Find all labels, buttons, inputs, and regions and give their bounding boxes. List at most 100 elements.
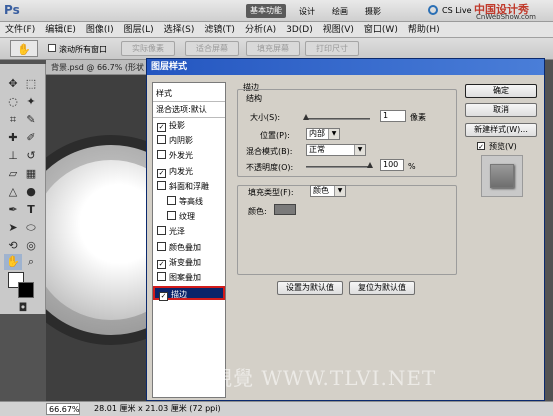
shape-tool-icon[interactable]: ⬭ bbox=[22, 220, 40, 236]
crop-tool-icon[interactable]: ⌗ bbox=[4, 112, 22, 128]
menu-window[interactable]: 窗口(W) bbox=[359, 22, 403, 38]
menu-select[interactable]: 选择(S) bbox=[159, 22, 200, 38]
workspace-paint[interactable]: 绘画 bbox=[332, 6, 348, 17]
zoom-level-field[interactable]: 66.67% bbox=[46, 403, 80, 415]
lasso-tool-icon[interactable]: ◌ bbox=[4, 94, 22, 110]
workspace-photo[interactable]: 摄影 bbox=[365, 6, 381, 17]
blend-options-item[interactable]: 混合选项:默认 bbox=[153, 103, 225, 116]
stamp-tool-icon[interactable]: ⊥ bbox=[4, 148, 22, 164]
opacity-unit: % bbox=[408, 162, 416, 171]
move-tool-icon[interactable]: ✥ bbox=[4, 76, 22, 92]
style-checkbox-satin[interactable] bbox=[157, 226, 166, 236]
style-item-gradient-overlay[interactable]: ✓ 渐变叠加 bbox=[153, 256, 225, 270]
background-color-swatch[interactable] bbox=[18, 282, 34, 298]
style-item-bevel-emboss[interactable]: 斜面和浮雕 bbox=[153, 180, 225, 194]
new-style-button[interactable]: 新建样式(W)... bbox=[465, 123, 537, 137]
style-item-drop-shadow[interactable]: ✓ 投影 bbox=[153, 119, 225, 133]
fit-screen-button[interactable]: 适合屏幕 bbox=[185, 41, 239, 56]
brush-tool-icon[interactable]: ✐ bbox=[22, 130, 40, 146]
style-label-drop-shadow: 投影 bbox=[169, 121, 185, 130]
tools-panel: ✥ ⬚ ◌ ✦ ⌗ ✎ ✚ ✐ ⊥ ↺ ▱ ▦ △ ● ✒ T ➤ ⬭ ⟲ ◎ … bbox=[0, 64, 46, 314]
dodge-tool-icon[interactable]: ● bbox=[22, 184, 40, 200]
menu-file[interactable]: 文件(F) bbox=[0, 22, 40, 38]
eyedropper-icon[interactable]: ✎ bbox=[22, 112, 40, 128]
style-item-stroke[interactable]: ✓ 描边 bbox=[153, 286, 225, 302]
style-checkbox-drop-shadow[interactable]: ✓ bbox=[157, 123, 166, 132]
ok-button[interactable]: 确定 bbox=[465, 84, 537, 98]
style-item-satin[interactable]: 光泽 bbox=[153, 225, 225, 239]
menu-3d[interactable]: 3D(D) bbox=[281, 22, 318, 38]
cslive-icon[interactable] bbox=[428, 5, 438, 15]
blur-tool-icon[interactable]: △ bbox=[4, 184, 22, 200]
gradient-tool-icon[interactable]: ▦ bbox=[22, 166, 40, 182]
cancel-button[interactable]: 取消 bbox=[465, 103, 537, 117]
actual-pixels-button[interactable]: 实际像素 bbox=[121, 41, 175, 56]
styles-header[interactable]: 样式 bbox=[153, 87, 225, 100]
style-checkbox-pattern-overlay[interactable] bbox=[157, 272, 166, 281]
blend-mode-dropdown[interactable]: 正常 ▼ bbox=[306, 144, 366, 156]
magic-wand-icon[interactable]: ✦ bbox=[22, 94, 40, 110]
scroll-all-checkbox[interactable] bbox=[48, 44, 56, 52]
style-item-contour[interactable]: 等高线 bbox=[153, 195, 225, 209]
menu-filter[interactable]: 滤镜(T) bbox=[199, 22, 240, 38]
size-slider-thumb[interactable] bbox=[303, 114, 309, 120]
size-slider[interactable] bbox=[306, 118, 370, 120]
opacity-slider[interactable] bbox=[306, 166, 370, 168]
menu-edit[interactable]: 编辑(E) bbox=[40, 22, 81, 38]
heal-brush-icon[interactable]: ✚ bbox=[4, 130, 22, 146]
workspace-design[interactable]: 设计 bbox=[299, 6, 315, 17]
opacity-input[interactable]: 100 bbox=[380, 159, 404, 171]
style-label-bevel-emboss: 斜面和浮雕 bbox=[169, 181, 209, 191]
style-checkbox-outer-glow[interactable] bbox=[157, 150, 166, 160]
position-value: 内部 bbox=[309, 129, 325, 138]
style-checkbox-inner-glow[interactable]: ✓ bbox=[157, 168, 166, 178]
hand-tool-icon[interactable]: ✋ bbox=[4, 254, 22, 270]
document-tab[interactable]: 背景.psd @ 66.7% (形状 bbox=[46, 60, 156, 75]
preview-checkbox[interactable]: ✓ bbox=[477, 142, 485, 151]
reset-default-button[interactable]: 复位为默认值 bbox=[349, 281, 415, 295]
type-tool-icon[interactable]: T bbox=[22, 202, 40, 218]
menu-help[interactable]: 帮助(H) bbox=[403, 22, 445, 38]
cslive-label[interactable]: CS Live bbox=[442, 6, 472, 15]
3d-rotate-icon[interactable]: ⟲ bbox=[4, 238, 22, 254]
history-brush-icon[interactable]: ↺ bbox=[22, 148, 40, 164]
style-checkbox-gradient-overlay[interactable]: ✓ bbox=[157, 259, 166, 269]
style-checkbox-bevel-emboss[interactable] bbox=[157, 180, 166, 190]
fill-screen-button[interactable]: 填充屏幕 bbox=[246, 41, 300, 56]
workspace-active-button[interactable]: 基本功能 bbox=[246, 4, 286, 18]
path-select-icon[interactable]: ➤ bbox=[4, 220, 22, 236]
eraser-tool-icon[interactable]: ▱ bbox=[4, 166, 22, 182]
style-checkbox-texture[interactable] bbox=[167, 211, 176, 221]
menu-analysis[interactable]: 分析(A) bbox=[240, 22, 281, 38]
style-checkbox-inner-shadow[interactable] bbox=[157, 135, 166, 145]
style-item-outer-glow[interactable]: 外发光 bbox=[153, 149, 225, 163]
menu-image[interactable]: 图像(I) bbox=[81, 22, 119, 38]
print-size-button[interactable]: 打印尺寸 bbox=[305, 41, 359, 56]
marquee-tool-icon[interactable]: ⬚ bbox=[22, 76, 40, 92]
style-item-color-overlay[interactable]: 颜色叠加 bbox=[153, 241, 225, 255]
style-label-contour: 等高线 bbox=[179, 197, 203, 206]
zoom-tool-icon[interactable]: ⌕ bbox=[22, 254, 40, 270]
document-canvas[interactable] bbox=[46, 75, 156, 401]
3d-orbit-icon[interactable]: ◎ bbox=[22, 238, 40, 254]
style-checkbox-stroke[interactable]: ✓ bbox=[159, 292, 168, 302]
style-checkbox-color-overlay[interactable] bbox=[157, 241, 166, 251]
style-item-inner-shadow[interactable]: 内阴影 bbox=[153, 134, 225, 148]
stroke-color-swatch[interactable] bbox=[274, 204, 296, 215]
hand-tool-preset-icon[interactable]: ✋ bbox=[10, 40, 38, 57]
set-default-button[interactable]: 设置为默认值 bbox=[277, 281, 343, 295]
style-item-texture[interactable]: 纹理 bbox=[153, 210, 225, 224]
menu-layer[interactable]: 图层(L) bbox=[119, 22, 159, 38]
position-dropdown[interactable]: 内部 ▼ bbox=[306, 128, 340, 140]
style-item-inner-glow[interactable]: ✓ 内发光 bbox=[153, 165, 225, 179]
fill-type-dropdown[interactable]: 颜色 ▼ bbox=[310, 185, 346, 197]
quick-mask-icon[interactable]: ◘ bbox=[14, 300, 32, 316]
menu-view[interactable]: 视图(V) bbox=[318, 22, 359, 38]
fill-type-value: 颜色 bbox=[313, 186, 329, 195]
style-list: 样式 混合选项:默认 ✓ 投影 内阴影 外发光 ✓ 内发光 斜面和浮雕 等高线 纹理 光泽 颜色叠加… bbox=[152, 82, 226, 398]
pen-tool-icon[interactable]: ✒ bbox=[4, 202, 22, 218]
style-checkbox-contour[interactable] bbox=[167, 196, 176, 205]
opacity-slider-thumb[interactable] bbox=[367, 162, 373, 168]
size-input[interactable]: 1 bbox=[380, 110, 406, 122]
style-item-pattern-overlay[interactable]: 图案叠加 bbox=[153, 271, 225, 285]
